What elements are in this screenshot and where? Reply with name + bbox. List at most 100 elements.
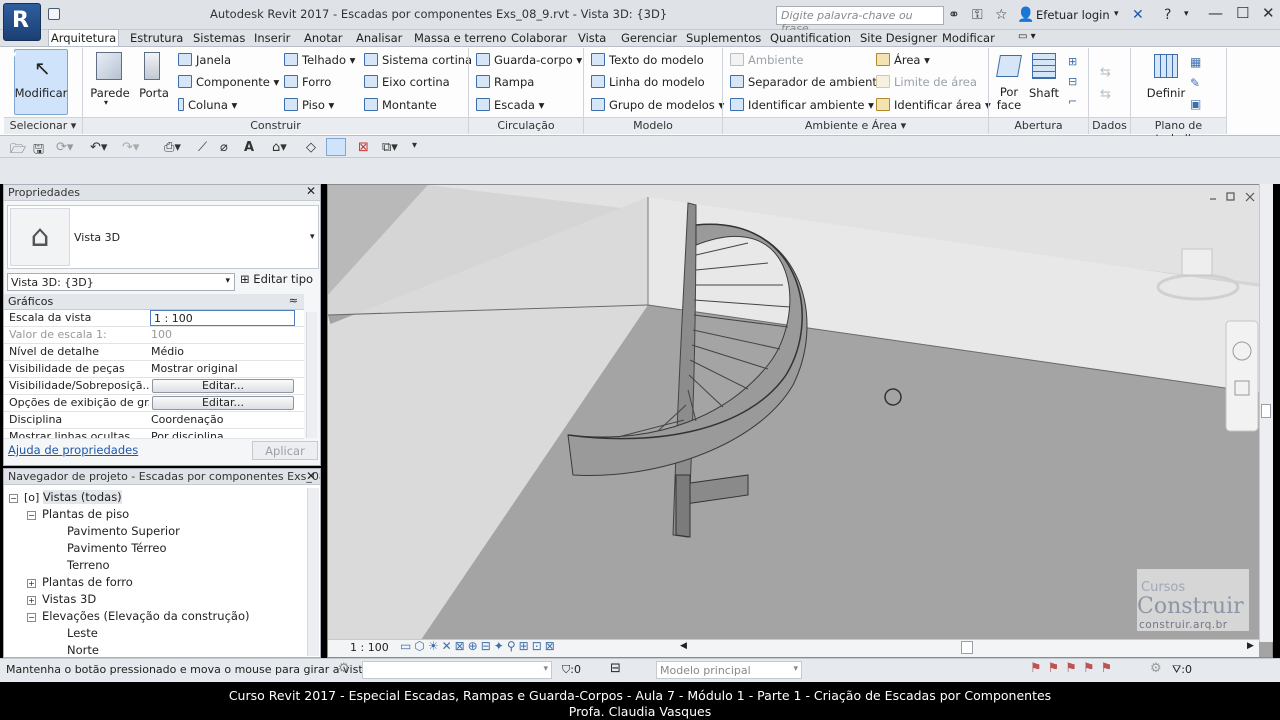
undo-icon[interactable]: ↶▾: [90, 140, 107, 155]
tab-modificar[interactable]: Modificar: [942, 30, 995, 46]
redo-icon[interactable]: ↷▾: [122, 140, 139, 155]
view-control-icons[interactable]: ▭⬡☀✕⊠⊕⊟✦⚲⊞⊡⊠: [400, 639, 558, 653]
hscroll-right-icon[interactable]: ▶: [1247, 641, 1254, 651]
model-text-button[interactable]: Texto do modelo: [591, 53, 704, 67]
data-tools-icons[interactable]: ⇆ ⇆: [1100, 62, 1111, 106]
tree-item-3d-views[interactable]: + Vistas 3D: [27, 592, 96, 606]
section-icon[interactable]: ◇: [306, 140, 316, 155]
tab-arquitetura[interactable]: Arquitetura: [48, 29, 119, 46]
collapse-icon[interactable]: −: [9, 494, 18, 503]
edit-vg-button[interactable]: Editar...: [152, 379, 294, 393]
component-button[interactable]: Componente ▾: [178, 75, 279, 89]
tab-vista[interactable]: Vista: [578, 30, 606, 46]
properties-help-link[interactable]: Ajuda de propriedades: [8, 443, 138, 457]
navigation-bar[interactable]: [1225, 320, 1259, 432]
prop-row-detail-level[interactable]: Nível de detalhe Médio: [4, 344, 304, 361]
prop-value[interactable]: Coordenação: [151, 413, 223, 426]
tree-item-upper-floor[interactable]: Pavimento Superior: [67, 524, 180, 538]
ribbon-minimize-icon[interactable]: ▭ ▾: [1018, 31, 1036, 42]
close-hidden-icon[interactable]: ⊠: [358, 140, 369, 155]
maximize-icon[interactable]: ☐: [1236, 4, 1249, 22]
design-option-dropdown[interactable]: Modelo principal ▾: [656, 661, 802, 679]
wall-button[interactable]: Parede: [88, 86, 132, 100]
tree-item-ceiling-plans[interactable]: + Plantas de forro: [27, 575, 133, 589]
search-input[interactable]: Digite palavra-chave ou frase: [776, 6, 944, 35]
hscroll-thumb[interactable]: [961, 641, 973, 654]
model-line-button[interactable]: Linha do modelo: [591, 75, 705, 89]
application-menu-button[interactable]: R ▾: [3, 3, 41, 60]
floor-button[interactable]: Piso ▾: [284, 98, 334, 112]
ramp-button[interactable]: Rampa: [476, 75, 534, 89]
login-dropdown-icon[interactable]: ▾: [1114, 9, 1119, 19]
tree-item-elevations[interactable]: − Elevações (Elevação da construção): [27, 609, 249, 623]
prop-row-discipline[interactable]: Disciplina Coordenação: [4, 412, 304, 429]
door-button[interactable]: Porta: [136, 86, 172, 100]
tab-suplementos[interactable]: Suplementos: [686, 30, 761, 46]
dimension-icon[interactable]: ⌀: [220, 140, 228, 155]
tree-item-views[interactable]: − [o] Vistas (todas): [9, 490, 122, 504]
by-face-button[interactable]: Por face: [992, 86, 1026, 112]
instance-selector[interactable]: Vista 3D: {3D} ▾: [7, 273, 235, 291]
hscroll-left-icon[interactable]: ◀: [680, 641, 687, 651]
selection-settings-icons[interactable]: ⚑⚑⚑⚑⚑: [1030, 661, 1118, 676]
expand-icon[interactable]: +: [27, 579, 36, 588]
exchange-apps-icon[interactable]: ✕: [1132, 7, 1144, 23]
tree-item-ground-floor[interactable]: Pavimento Térreo: [67, 541, 167, 555]
sync-icon[interactable]: ⟳▾: [56, 140, 73, 155]
project-browser-scrollbar[interactable]: [307, 488, 319, 656]
view-scale-input[interactable]: 1 : 100: [150, 310, 295, 326]
edit-graphic-display-button[interactable]: Editar...: [152, 396, 294, 410]
tab-estrutura[interactable]: Estrutura: [130, 30, 183, 46]
tree-item-north[interactable]: Norte: [67, 643, 99, 657]
login-button[interactable]: Efetuar login: [1036, 8, 1110, 22]
tab-massa-terreno[interactable]: Massa e terreno: [414, 30, 506, 46]
curtain-grid-button[interactable]: Eixo cortina: [364, 75, 450, 89]
room-separator-button[interactable]: Separador de ambiente: [730, 75, 884, 89]
prop-row-hidden-lines[interactable]: Mostrar linhas ocultas Por disciplina: [4, 429, 304, 439]
tag-room-button[interactable]: Identificar ambiente ▾: [730, 98, 874, 112]
tree-item-terrain[interactable]: Terreno: [67, 558, 110, 572]
tab-gerenciar[interactable]: Gerenciar: [621, 30, 677, 46]
workset-dropdown[interactable]: ▾: [362, 661, 552, 679]
collapse-icon[interactable]: −: [27, 613, 36, 622]
shaft-button[interactable]: Shaft: [1028, 86, 1060, 100]
roof-button[interactable]: Telhado ▾: [284, 53, 355, 67]
room-button[interactable]: Ambiente: [730, 53, 804, 67]
area-button[interactable]: Área ▾: [876, 53, 930, 67]
workplane-tools-icons[interactable]: ▦ ✎ ▣: [1190, 52, 1201, 115]
switch-windows-icon[interactable]: ⧉▾: [382, 140, 398, 155]
tab-sistemas[interactable]: Sistemas: [193, 30, 245, 46]
minimize-icon[interactable]: —: [1208, 4, 1223, 22]
3d-view-canvas[interactable]: [327, 184, 1273, 658]
group-graphics[interactable]: Gráficos ≈: [4, 294, 304, 310]
favorites-star-icon[interactable]: ☆: [995, 7, 1008, 23]
panel-select[interactable]: Selecionar ▾: [4, 117, 82, 134]
tab-colaborar[interactable]: Colaborar: [511, 30, 567, 46]
window-button[interactable]: Janela: [178, 53, 231, 67]
view-window-controls[interactable]: [1210, 192, 1255, 202]
help-dropdown-icon[interactable]: ▾: [1184, 9, 1189, 19]
thin-lines-icon[interactable]: [326, 138, 346, 156]
set-workplane-button[interactable]: Definir: [1146, 86, 1186, 100]
viewport-vscroll-thumb[interactable]: [1261, 404, 1271, 418]
print-icon[interactable]: ⎙▾: [164, 140, 181, 155]
apply-button[interactable]: Aplicar: [252, 441, 318, 460]
close-icon[interactable]: ✕: [1262, 4, 1275, 22]
text-icon[interactable]: A: [244, 140, 254, 155]
model-group-button[interactable]: Grupo de modelos ▾: [591, 98, 724, 112]
expand-icon[interactable]: +: [27, 596, 36, 605]
filter-count[interactable]: ⛛:0: [1172, 663, 1192, 677]
wall-dropdown-icon[interactable]: ▾: [104, 98, 108, 107]
tag-area-button[interactable]: Identificar área ▾: [876, 98, 991, 112]
tree-item-floor-plans[interactable]: − Plantas de piso: [27, 507, 129, 521]
design-options-icon[interactable]: ⊟: [610, 661, 621, 676]
customize-qat-icon[interactable]: ▾: [412, 140, 417, 151]
prop-value[interactable]: Médio: [151, 345, 184, 358]
panel-room-area[interactable]: Ambiente e Área ▾: [723, 117, 988, 134]
binoculars-icon[interactable]: ⚭: [948, 7, 960, 23]
prop-row-graphic-display[interactable]: Opções de exibição de gr... Editar...: [4, 395, 304, 412]
measure-icon[interactable]: ⟋: [198, 140, 207, 155]
area-boundary-button[interactable]: Limite de área: [876, 75, 977, 89]
stair-button[interactable]: Escada ▾: [476, 98, 544, 112]
mullion-button[interactable]: Montante: [364, 98, 437, 112]
